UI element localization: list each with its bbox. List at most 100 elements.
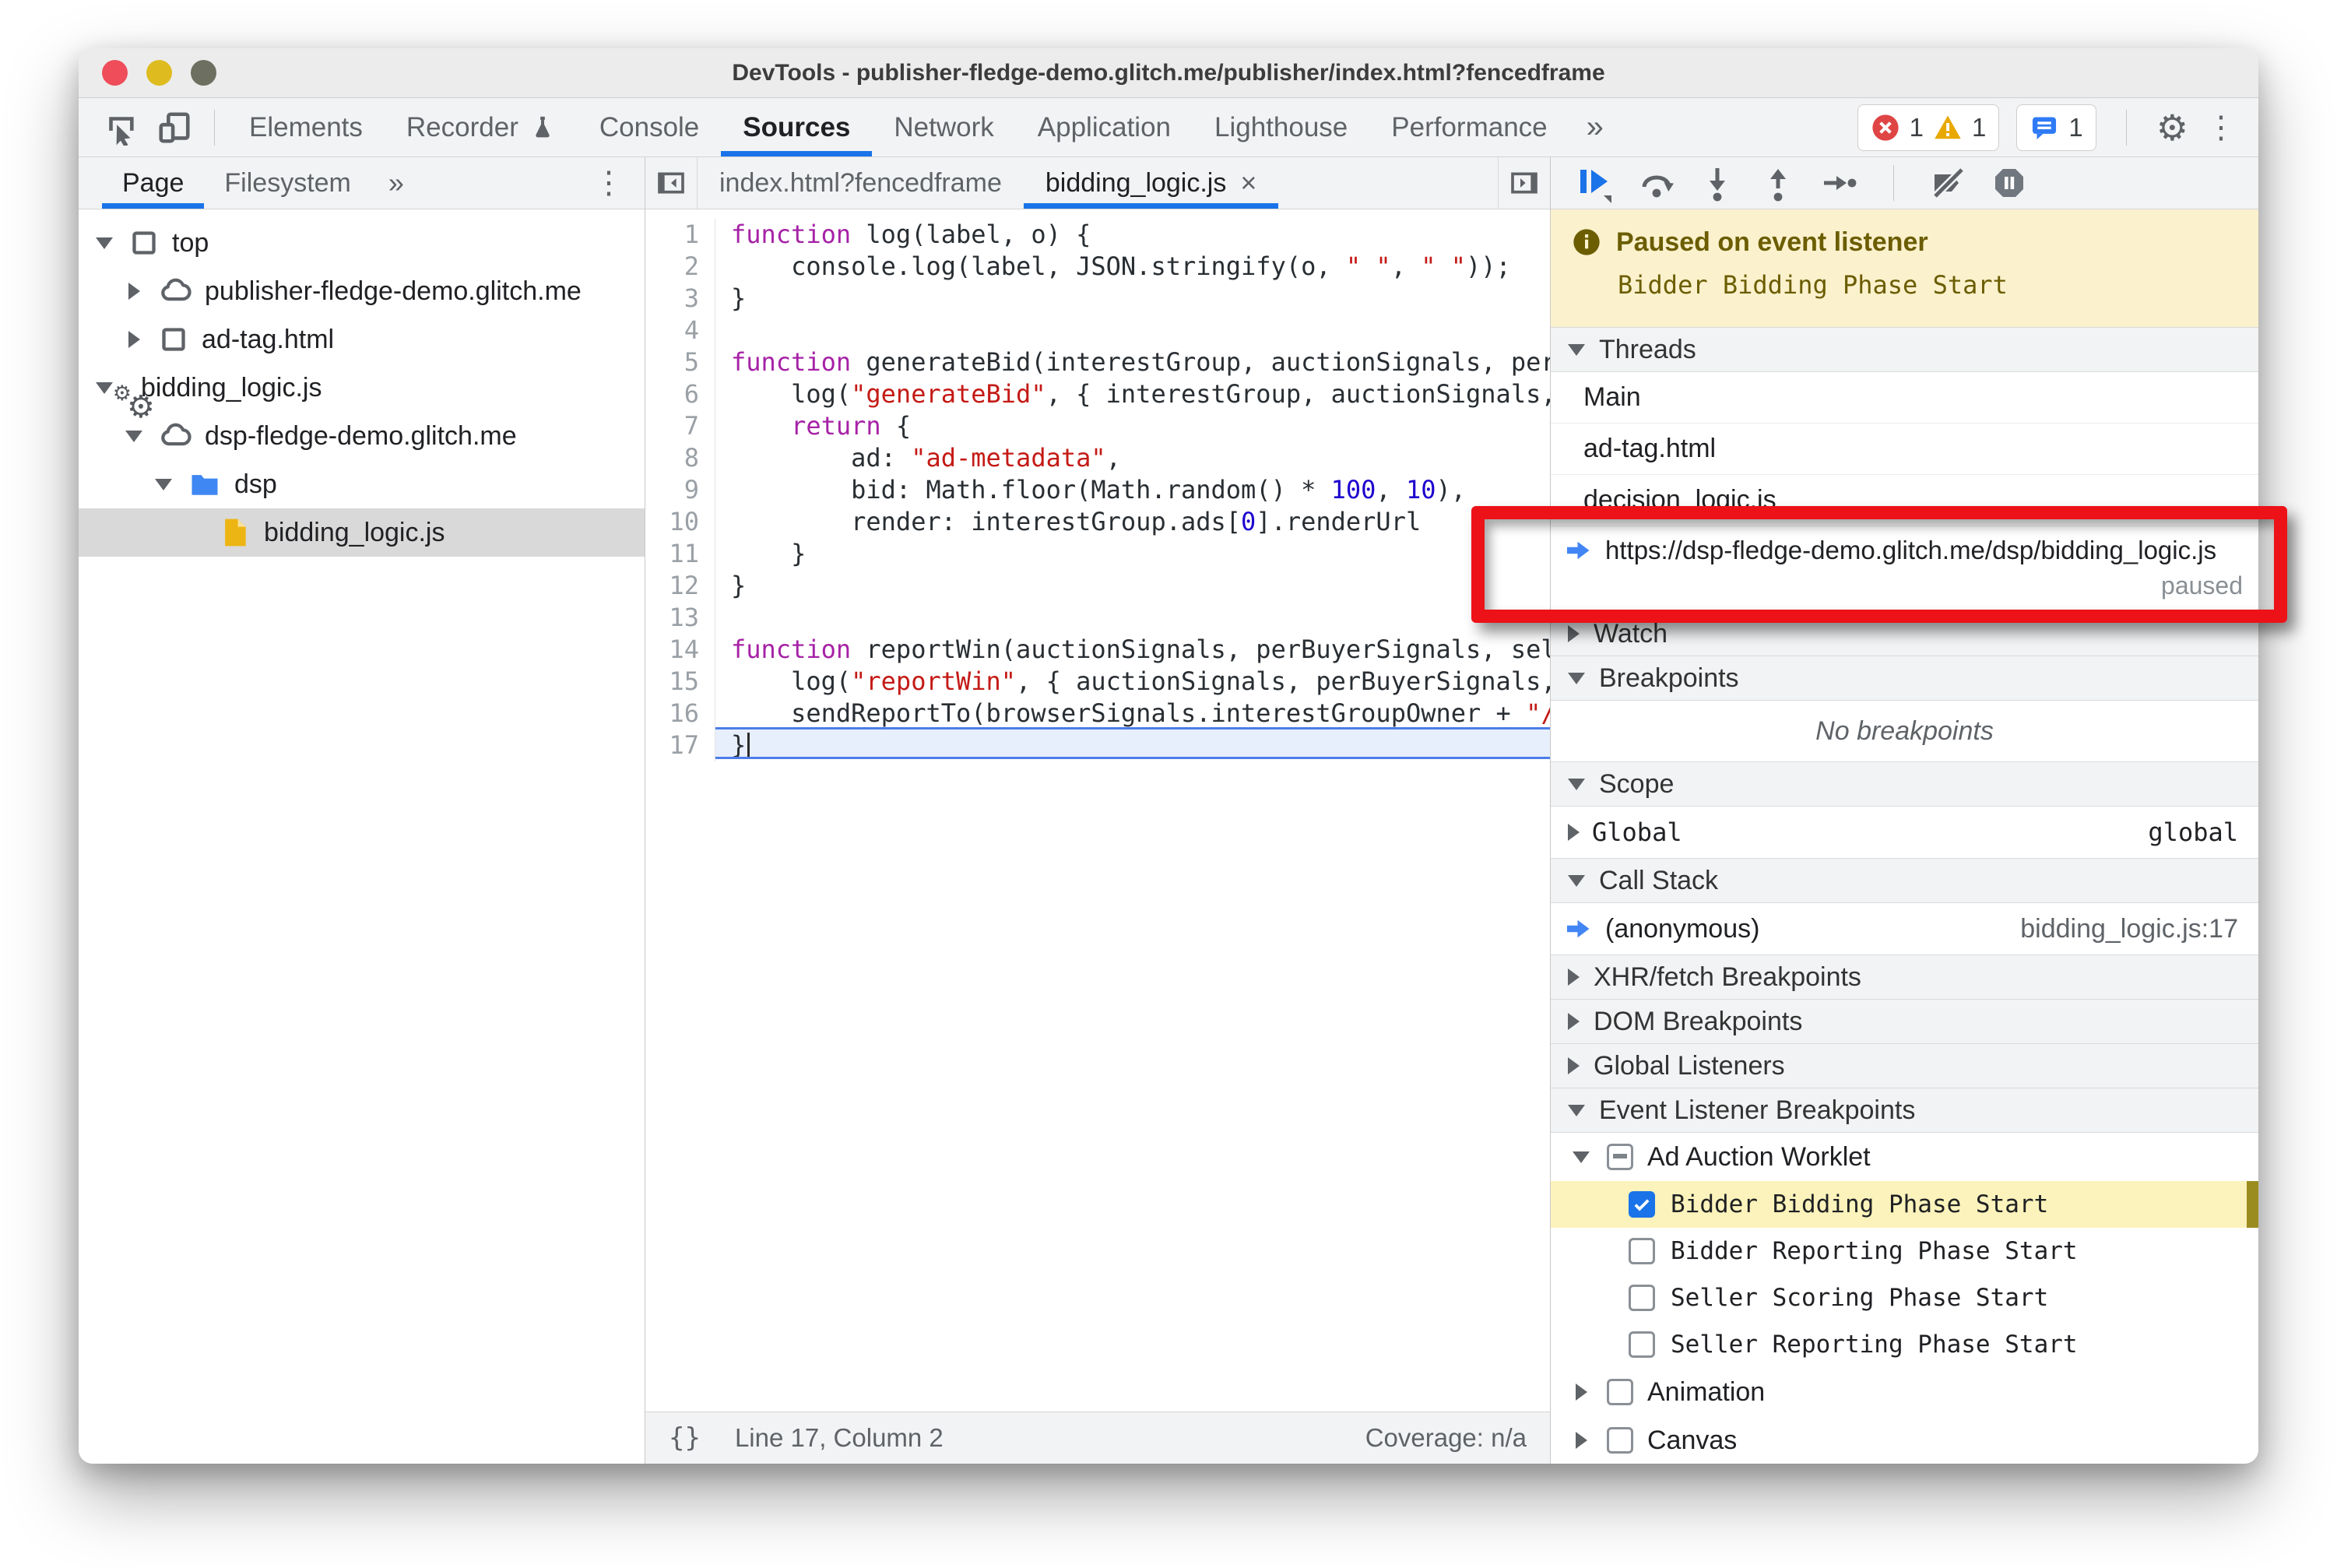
breakpoint-bidder-bidding-phase-start[interactable]: Bidder Bidding Phase Start [1551, 1181, 2258, 1228]
navigator-kebab-menu-button[interactable]: ⋮ [593, 165, 645, 201]
line-number[interactable]: 17 [645, 730, 715, 761]
tab-console[interactable]: Console [578, 98, 721, 156]
line-number[interactable]: 7 [645, 410, 715, 442]
line-number[interactable]: 9 [645, 474, 715, 506]
line-number[interactable]: 12 [645, 570, 715, 602]
section-event-listener-breakpoints[interactable]: Event Listener Breakpoints [1551, 1088, 2258, 1133]
call-stack-frame[interactable]: (anonymous) bidding_logic.js:17 [1551, 903, 2258, 955]
tree-item-bidding-logic-js[interactable]: bidding_logic.js [79, 508, 645, 557]
section-global-listeners[interactable]: Global Listeners [1551, 1043, 2258, 1088]
line-number[interactable]: 6 [645, 378, 715, 410]
checked-checkbox[interactable] [1629, 1191, 1655, 1218]
breakpoint-seller-reporting-phase-start[interactable]: Seller Reporting Phase Start [1551, 1321, 2258, 1368]
chevron-right-icon[interactable] [1568, 824, 1580, 841]
breakpoint-group-canvas[interactable]: Canvas [1551, 1416, 2258, 1464]
tree-chevron-down-icon[interactable] [93, 237, 116, 249]
line-number[interactable]: 2 [645, 251, 715, 283]
breakpoint-group-animation[interactable]: Animation [1551, 1368, 2258, 1416]
section-title: Event Listener Breakpoints [1599, 1095, 1916, 1125]
chevron-right-icon[interactable] [1569, 1432, 1593, 1449]
settings-gear-button[interactable]: ⚙ [2156, 110, 2188, 146]
thread-item[interactable]: ad-tag.html [1551, 424, 2258, 475]
show-debugger-button[interactable] [1498, 157, 1550, 209]
chevron-down-icon [1568, 343, 1585, 356]
line-number[interactable]: 16 [645, 698, 715, 730]
chevron-right-icon[interactable] [1569, 1383, 1593, 1401]
step-over-button[interactable] [1638, 164, 1675, 202]
pause-on-exceptions-button[interactable] [1991, 164, 2028, 202]
section-dom-breakpoints[interactable]: DOM Breakpoints [1551, 999, 2258, 1044]
tab-performance[interactable]: Performance [1369, 98, 1569, 156]
frame-location[interactable]: bidding_logic.js:17 [2020, 914, 2238, 944]
line-number[interactable]: 10 [645, 506, 715, 538]
more-panels-button[interactable]: » [1569, 110, 1621, 145]
tab-recorder[interactable]: Recorder [385, 98, 578, 156]
line-number[interactable]: 5 [645, 346, 715, 378]
unchecked-checkbox[interactable] [1629, 1285, 1655, 1311]
line-number[interactable]: 4 [645, 315, 715, 346]
inspect-button[interactable] [93, 98, 147, 156]
navigator-tab-page[interactable]: Page [102, 157, 204, 209]
tab-elements[interactable]: Elements [227, 98, 385, 156]
line-number[interactable]: 8 [645, 442, 715, 474]
section-call-stack[interactable]: Call Stack [1551, 858, 2258, 903]
tab-lighthouse[interactable]: Lighthouse [1193, 98, 1369, 156]
errors-warnings-badge[interactable]: 1 1 [1857, 104, 2000, 151]
tree-item-dsp-fledge-demo-glitch-me[interactable]: dsp-fledge-demo.glitch.me [79, 412, 645, 460]
deactivate-breakpoints-button[interactable] [1930, 164, 1967, 202]
line-number[interactable]: 11 [645, 538, 715, 570]
step-out-button[interactable] [1759, 164, 1797, 202]
navigator-tab-filesystem[interactable]: Filesystem [204, 157, 371, 209]
line-number[interactable]: 15 [645, 666, 715, 698]
tree-chevron-right-icon[interactable] [122, 331, 146, 348]
unchecked-checkbox[interactable] [1629, 1238, 1655, 1264]
step-into-button[interactable] [1699, 164, 1736, 202]
tree-chevron-right-icon[interactable] [122, 283, 146, 300]
line-number[interactable]: 1 [645, 219, 715, 251]
resume-button[interactable] [1574, 163, 1615, 203]
issues-badge[interactable]: 1 [2016, 104, 2096, 151]
toolbar-divider [214, 109, 215, 146]
zoom-window-button[interactable] [191, 60, 216, 86]
close-tab-icon[interactable]: × [1240, 167, 1256, 199]
pretty-print-button[interactable]: {} [669, 1422, 701, 1454]
hide-navigator-button[interactable] [645, 157, 698, 209]
tree-item-ad-tag-html[interactable]: ad-tag.html [79, 315, 645, 364]
kebab-menu-button[interactable]: ⋮ [2205, 112, 2237, 143]
tree-item-bidding-logic-js[interactable]: ⚙ ⚙ bidding_logic.js [79, 364, 645, 424]
tree-item-top[interactable]: top [79, 219, 645, 267]
section-xhr-fetch-breakpoints[interactable]: XHR/fetch Breakpoints [1551, 955, 2258, 1000]
editor-tab-bidding-logic-js[interactable]: bidding_logic.js × [1024, 157, 1279, 209]
section-scope[interactable]: Scope [1551, 761, 2258, 807]
tab-label: Performance [1391, 111, 1548, 142]
tree-chevron-down-icon[interactable] [122, 430, 146, 442]
line-number[interactable]: 3 [645, 283, 715, 315]
line-number[interactable]: 14 [645, 634, 715, 666]
more-navigator-tabs-button[interactable]: » [371, 167, 421, 199]
breakpoint-seller-scoring-phase-start[interactable]: Seller Scoring Phase Start [1551, 1274, 2258, 1321]
tree-item-publisher-fledge-demo-glitch-me[interactable]: publisher-fledge-demo.glitch.me [79, 267, 645, 315]
indeterminate-checkbox[interactable] [1607, 1144, 1633, 1170]
scope-item[interactable]: Global global [1551, 807, 2258, 859]
chevron-down-icon[interactable] [1569, 1151, 1593, 1163]
line-number[interactable]: 13 [645, 602, 715, 634]
breakpoint-group-ad-auction-worklet[interactable]: Ad Auction Worklet [1551, 1133, 2258, 1181]
thread-item[interactable]: Main [1551, 372, 2258, 424]
tab-application[interactable]: Application [1016, 98, 1193, 156]
tree-item-dsp[interactable]: dsp [79, 460, 645, 508]
editor-tab-label: bidding_logic.js [1045, 167, 1227, 198]
editor-tab-index-html-fencedframe[interactable]: index.html?fencedframe [698, 157, 1024, 209]
minimize-window-button[interactable] [146, 60, 172, 86]
section-threads[interactable]: Threads [1551, 327, 2258, 372]
unchecked-checkbox[interactable] [1607, 1379, 1633, 1405]
breakpoint-bidder-reporting-phase-start[interactable]: Bidder Reporting Phase Start [1551, 1228, 2258, 1274]
section-breakpoints[interactable]: Breakpoints [1551, 656, 2258, 701]
tree-chevron-down-icon[interactable] [152, 478, 175, 490]
close-window-button[interactable] [102, 60, 128, 86]
tab-network[interactable]: Network [872, 98, 1015, 156]
unchecked-checkbox[interactable] [1607, 1427, 1633, 1454]
unchecked-checkbox[interactable] [1629, 1331, 1655, 1358]
step-button[interactable] [1820, 164, 1857, 202]
device-toolbar-button[interactable] [147, 98, 202, 156]
tab-sources[interactable]: Sources [721, 98, 872, 156]
